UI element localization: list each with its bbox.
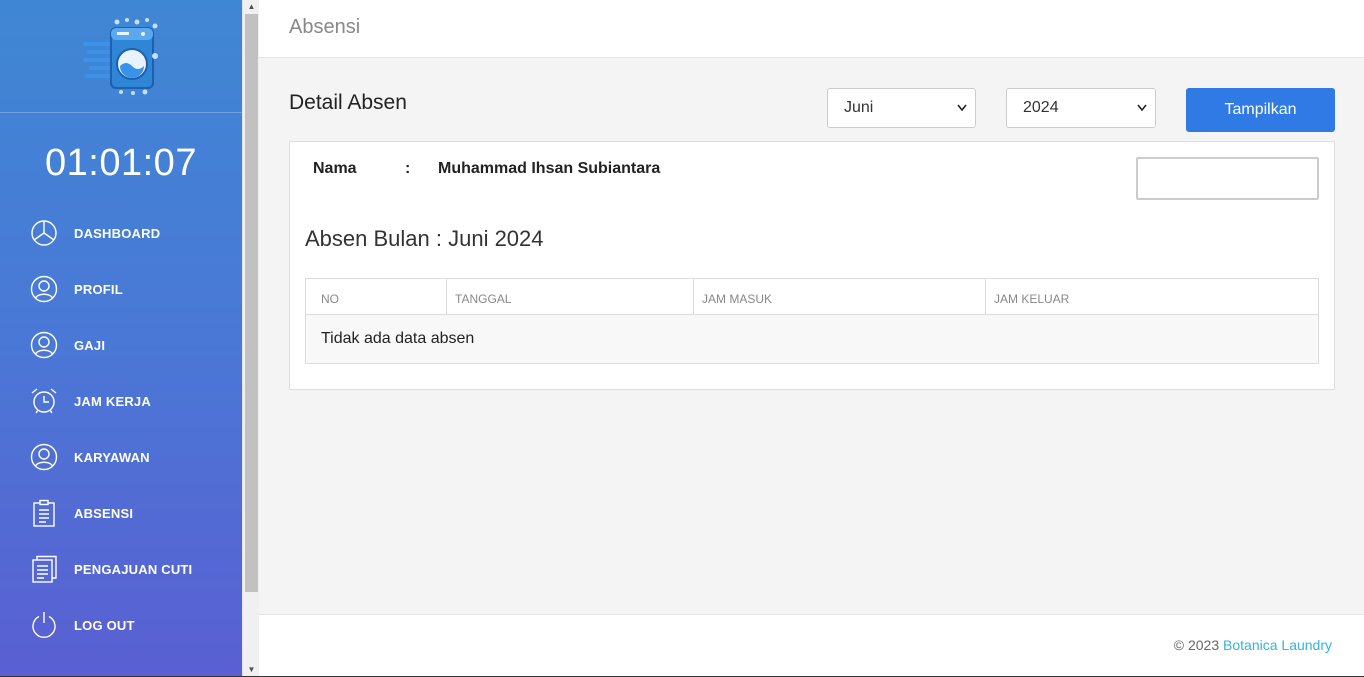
employee-name: Muhammad Ihsan Subiantara	[438, 160, 661, 177]
footer-text: © 2023 Botanica Laundry	[1174, 637, 1332, 653]
pie-chart-icon	[30, 219, 58, 247]
sidebar-item-label: JAM KERJA	[74, 393, 151, 409]
page-title: Absensi	[289, 16, 361, 38]
table-header: NO TANGGAL JAM MASUK JAM KELUAR	[306, 279, 1318, 315]
document-icon	[30, 555, 58, 583]
attendance-card: Nama : Muhammad Ihsan Subiantara Absen B…	[289, 141, 1335, 390]
sidebar-item-label: PENGAJUAN CUTI	[74, 561, 193, 577]
user-circle-icon	[30, 331, 58, 359]
sidebar-nav: DASHBOARD PROFIL GAJI JAM KERJA KARYAWAN	[0, 205, 242, 653]
search-input[interactable]	[1136, 157, 1319, 200]
sidebar-item-absensi[interactable]: ABSENSI	[0, 485, 242, 541]
scroll-down-arrow-icon[interactable]: ▼	[243, 663, 260, 677]
sidebar-item-label: ABSENSI	[74, 505, 134, 521]
month-heading: Absen Bulan : Juni 2024	[305, 226, 544, 251]
sidebar-item-pengajuan-cuti[interactable]: PENGAJUAN CUTI	[0, 541, 242, 597]
top-bar: Absensi	[259, 0, 1364, 58]
brand-link[interactable]: Botanica Laundry	[1223, 637, 1332, 653]
sidebar-scrollbar[interactable]: ▲ ▼	[242, 0, 259, 677]
section-title: Detail Absen	[289, 91, 407, 114]
sidebar-item-label: PROFIL	[74, 281, 123, 297]
month-select-value: Juni	[844, 99, 874, 116]
user-circle-icon	[30, 443, 58, 471]
column-header[interactable]: JAM MASUK	[694, 279, 986, 314]
sidebar-item-jam-kerja[interactable]: JAM KERJA	[0, 373, 242, 429]
year-select[interactable]: 2024	[1006, 88, 1156, 128]
user-circle-icon	[30, 275, 58, 303]
scroll-thumb[interactable]	[245, 14, 258, 592]
sidebar-item-label: LOG OUT	[74, 617, 135, 633]
column-header[interactable]: TANGGAL	[447, 279, 694, 314]
sidebar: 01:01:07 DASHBOARD PROFIL GAJI JAM KERJA	[0, 0, 242, 677]
column-header[interactable]: JAM KELUAR	[986, 279, 1318, 314]
clock: 01:01:07	[45, 142, 197, 184]
attendance-table: NO TANGGAL JAM MASUK JAM KELUAR Tidak ad…	[305, 278, 1319, 364]
washing-machine-icon	[83, 18, 158, 95]
main-area: Absensi Detail Absen Juni 2024 Tampilkan…	[259, 0, 1364, 677]
show-button[interactable]: Tampilkan	[1186, 88, 1335, 132]
scroll-up-arrow-icon[interactable]: ▲	[243, 0, 260, 14]
chevron-down-icon	[957, 89, 967, 144]
sidebar-item-profil[interactable]: PROFIL	[0, 261, 242, 317]
copyright: © 2023	[1173, 637, 1220, 653]
empty-message: Tidak ada data absen	[306, 315, 1318, 363]
sidebar-item-log-out[interactable]: LOG OUT	[0, 597, 242, 653]
name-colon: :	[405, 160, 411, 177]
sidebar-item-gaji[interactable]: GAJI	[0, 317, 242, 373]
sidebar-item-label: DASHBOARD	[74, 225, 161, 241]
year-select-value: 2024	[1023, 99, 1059, 116]
sidebar-item-karyawan[interactable]: KARYAWAN	[0, 429, 242, 485]
sidebar-item-dashboard[interactable]: DASHBOARD	[0, 205, 242, 261]
name-label: Nama	[313, 160, 357, 177]
footer: © 2023 Botanica Laundry	[259, 614, 1364, 677]
clipboard-icon	[30, 499, 58, 527]
alarm-clock-icon	[30, 387, 58, 415]
chevron-down-icon	[1137, 89, 1147, 144]
sidebar-item-label: GAJI	[74, 337, 106, 353]
column-header[interactable]: NO	[306, 279, 447, 314]
sidebar-item-label: KARYAWAN	[74, 449, 150, 465]
logo	[0, 0, 242, 113]
power-icon	[30, 611, 58, 639]
month-select[interactable]: Juni	[827, 88, 976, 128]
